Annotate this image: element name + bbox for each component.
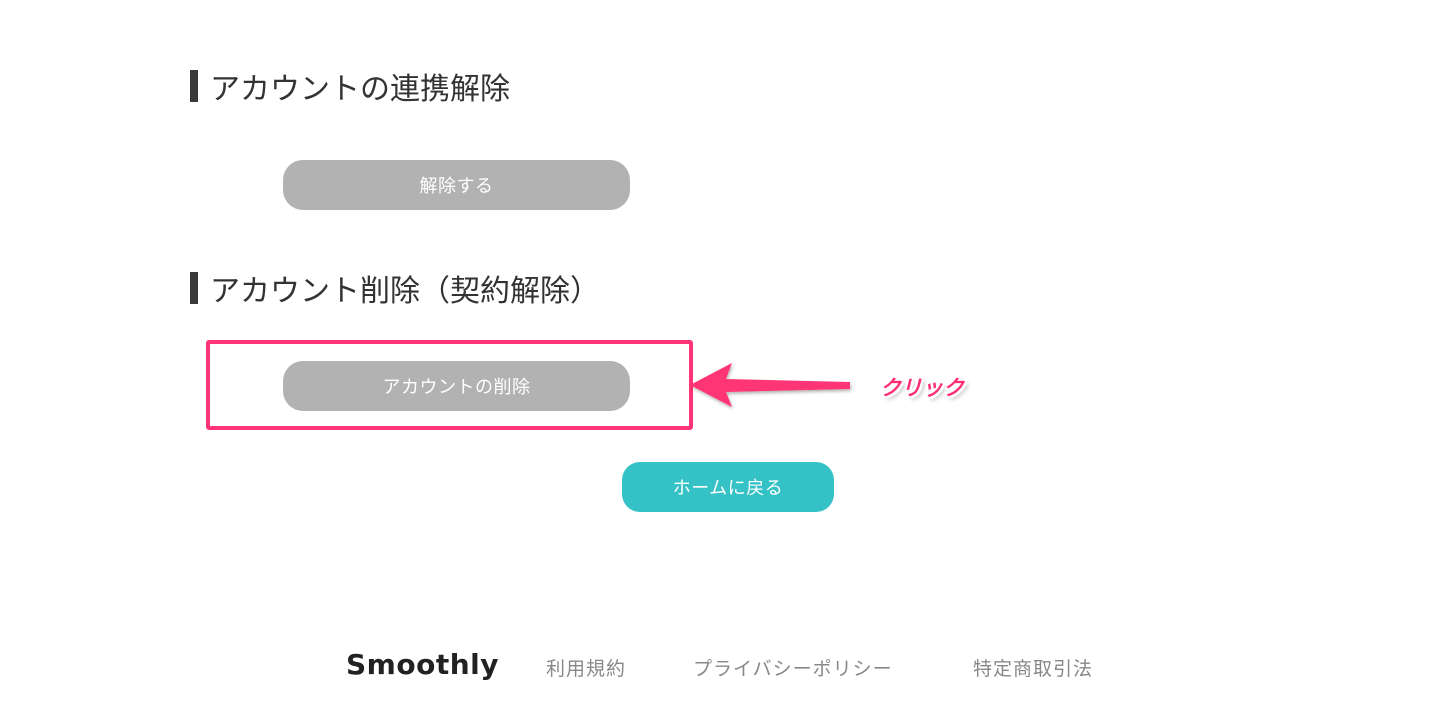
unlink-button-label: 解除する: [419, 176, 494, 197]
unlink-button[interactable]: 解除する: [283, 160, 630, 210]
heading-bar-marker: [190, 272, 198, 304]
section-heading-delete: アカウント削除（契約解除）: [190, 266, 600, 310]
footer-link-privacy[interactable]: プライバシーポリシー: [693, 654, 893, 681]
section-heading-unlink: アカウントの連携解除: [190, 64, 510, 108]
footer-link-terms[interactable]: 利用規約: [546, 654, 626, 681]
click-annotation-label: クリック: [880, 376, 964, 400]
back-to-home-button[interactable]: ホームに戻る: [622, 462, 834, 512]
account-settings-page: アカウントの連携解除 解除する アカウント削除（契約解除） アカウントの削除 ク…: [0, 0, 1454, 711]
footer-link-commercial-law[interactable]: 特定商取引法: [973, 654, 1093, 681]
back-to-home-button-label: ホームに戻る: [672, 478, 784, 499]
section-heading-unlink-text: アカウントの連携解除: [210, 72, 510, 107]
heading-bar-marker: [190, 70, 198, 102]
section-heading-delete-text: アカウント削除（契約解除）: [210, 274, 600, 309]
footer-logo[interactable]: Smoothly: [346, 648, 499, 681]
delete-account-button-label: アカウントの削除: [382, 377, 531, 398]
footer: Smoothly 利用規約 プライバシーポリシー 特定商取引法: [0, 646, 1454, 686]
arrow-left-icon: [690, 363, 850, 407]
delete-account-button[interactable]: アカウントの削除: [283, 361, 630, 411]
